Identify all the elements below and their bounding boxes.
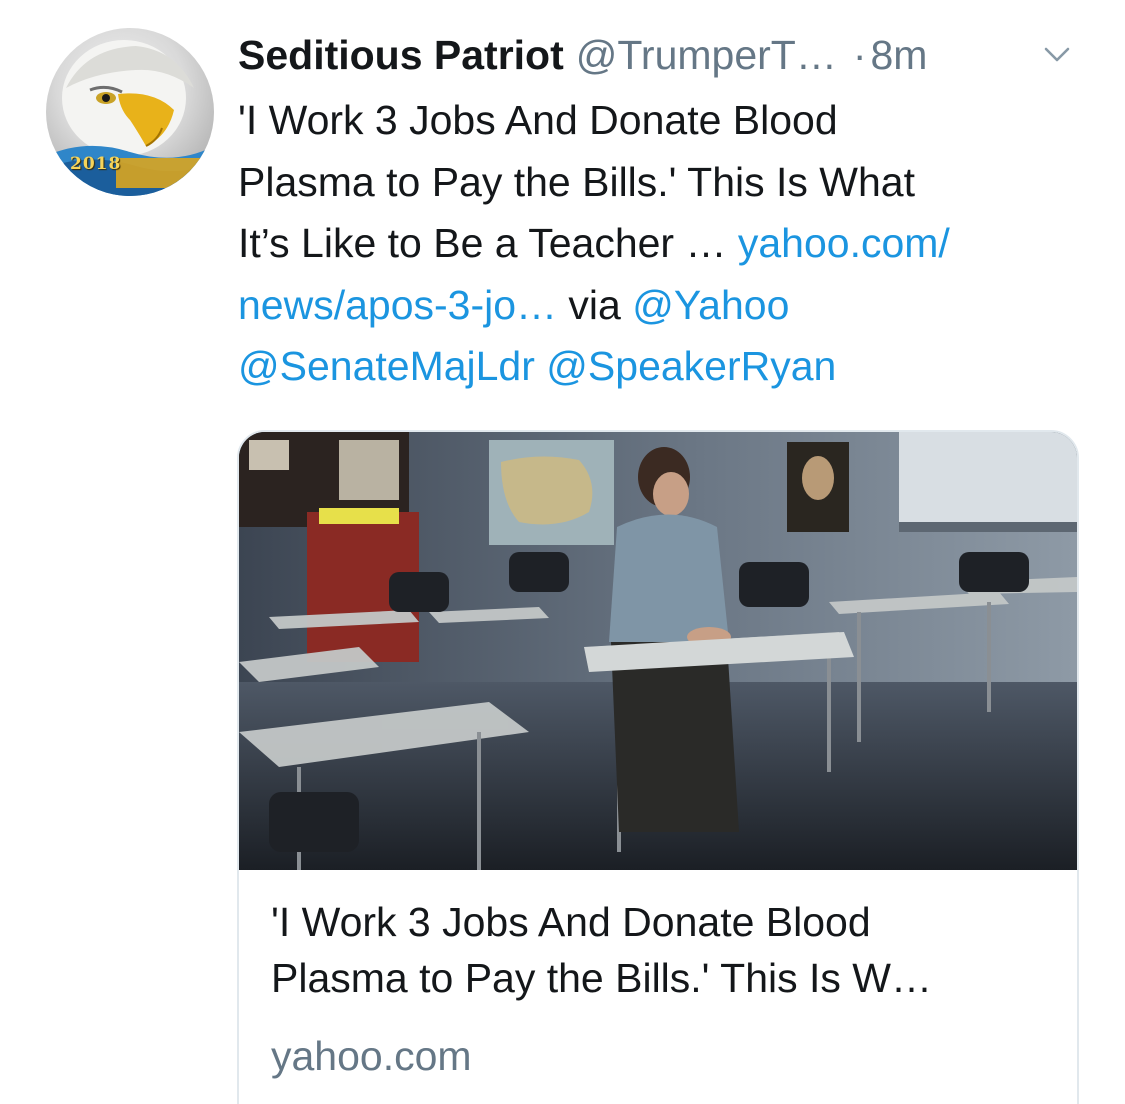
classroom-photo-icon	[239, 432, 1077, 870]
tweet-text: 'I Work 3 Jobs And Donate Blood Plasma to…	[238, 90, 1098, 398]
article-link-part1[interactable]: yahoo.com/	[738, 220, 950, 266]
mention-speakerryan[interactable]: @SpeakerRyan	[546, 343, 836, 389]
avatar-badge-text: 2018	[70, 154, 122, 174]
mention-yahoo[interactable]: @Yahoo	[632, 282, 789, 328]
separator-dot: ·	[852, 32, 867, 78]
timestamp[interactable]: 8m	[870, 30, 927, 80]
avatar[interactable]: 2018	[46, 28, 214, 196]
chevron-down-icon[interactable]	[1042, 44, 1072, 66]
tweet-text-line3: It’s Like to Be a Teacher …	[238, 220, 738, 266]
card-image[interactable]	[239, 432, 1077, 870]
card-title-line1: 'I Work 3 Jobs And Donate Blood	[271, 899, 871, 945]
mention-senatemajldr[interactable]: @SenateMajLdr	[238, 343, 535, 389]
card-domain: yahoo.com	[271, 1033, 472, 1079]
card-title[interactable]: 'I Work 3 Jobs And Donate Blood Plasma to…	[271, 894, 1051, 1006]
tweet-text-line1: 'I Work 3 Jobs And Donate Blood	[238, 97, 838, 143]
card-title-line2: Plasma to Pay the Bills.' This Is W…	[271, 955, 932, 1001]
article-link-part2[interactable]: news/apos-3-jo…	[238, 282, 557, 328]
via-text: via	[557, 281, 633, 328]
link-preview-card[interactable]: 'I Work 3 Jobs And Donate Blood Plasma to…	[237, 430, 1079, 1104]
display-name[interactable]: Seditious Patriot	[238, 30, 564, 80]
user-handle[interactable]: @TrumperT…	[576, 30, 837, 80]
tweet[interactable]: 2018 Seditious Patriot @TrumperT… · 8m '…	[0, 0, 1125, 1104]
tweet-header: Seditious Patriot @TrumperT… · 8m	[238, 30, 927, 80]
tweet-text-line2: Plasma to Pay the Bills.' This Is What	[238, 158, 915, 205]
